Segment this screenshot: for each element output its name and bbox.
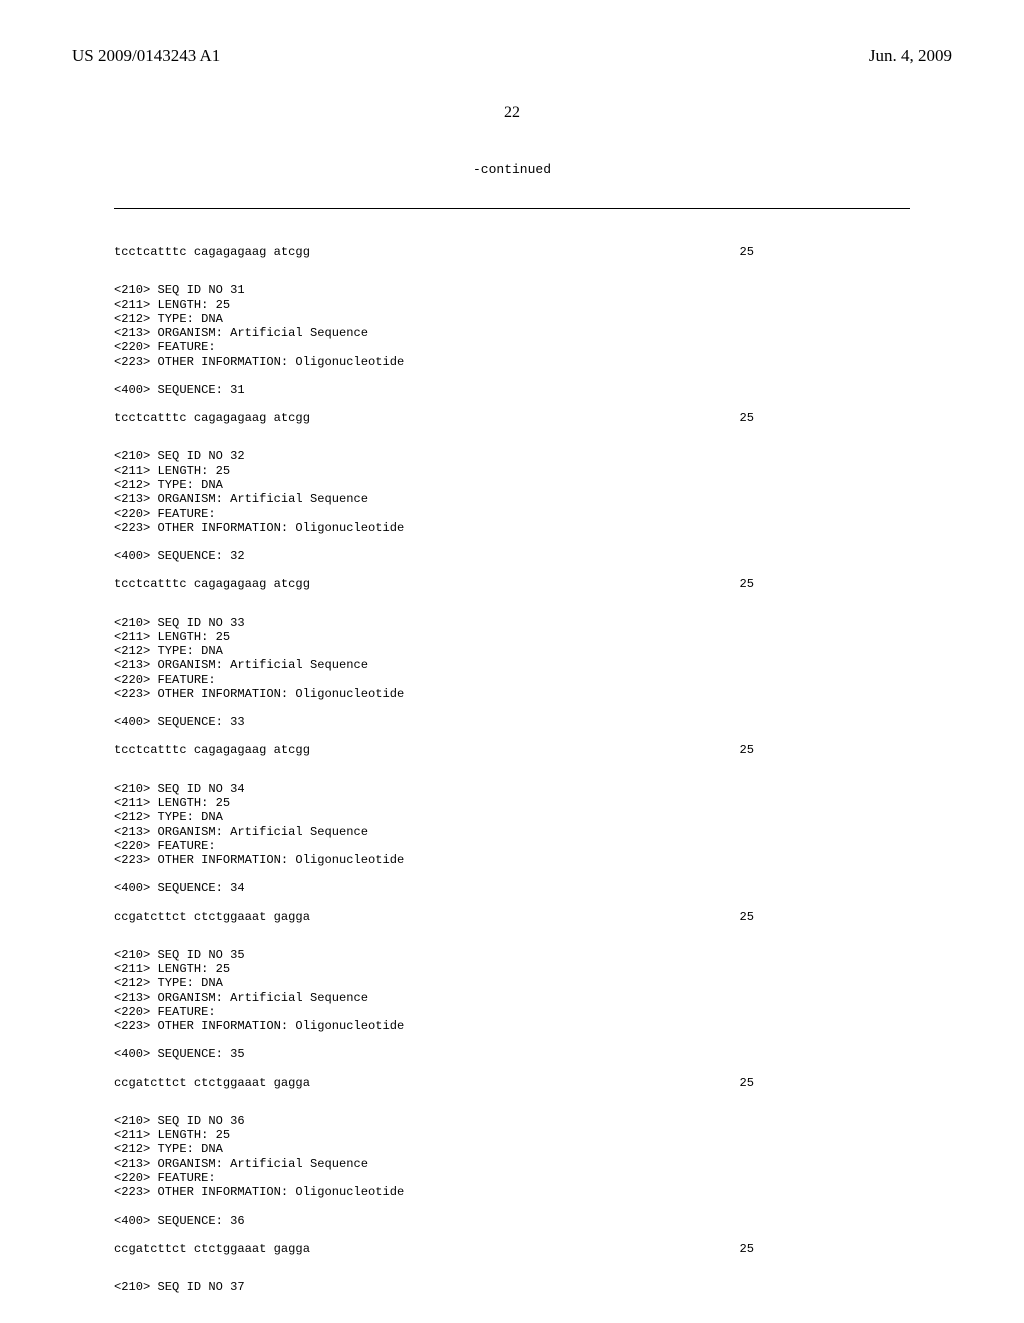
spacer bbox=[114, 592, 910, 616]
meta-line: <220> FEATURE: bbox=[114, 507, 910, 521]
spacer bbox=[114, 1062, 910, 1076]
sequence-text: tcctcatttc cagagagaag atcgg bbox=[114, 411, 634, 425]
meta-line: <211> LENGTH: 25 bbox=[114, 796, 910, 810]
spacer bbox=[114, 1256, 910, 1280]
sequence-text: tcctcatttc cagagagaag atcgg bbox=[114, 245, 634, 259]
meta-line: <223> OTHER INFORMATION: Oligonucleotide bbox=[114, 853, 910, 867]
meta-line: <223> OTHER INFORMATION: Oligonucleotide bbox=[114, 355, 910, 369]
meta-line: <213> ORGANISM: Artificial Sequence bbox=[114, 825, 910, 839]
spacer bbox=[114, 425, 910, 449]
spacer bbox=[114, 397, 910, 411]
sequence-length: 25 bbox=[634, 910, 754, 924]
sequence-listing: tcctcatttc cagagagaag atcgg25<210> SEQ I… bbox=[114, 179, 910, 1323]
meta-line: <223> OTHER INFORMATION: Oligonucleotide bbox=[114, 521, 910, 535]
sequence-text: tcctcatttc cagagagaag atcgg bbox=[114, 577, 634, 591]
spacer bbox=[114, 924, 910, 948]
meta-line: <210> SEQ ID NO 35 bbox=[114, 948, 910, 962]
spacer bbox=[114, 369, 910, 383]
meta-line: <211> LENGTH: 25 bbox=[114, 1128, 910, 1142]
sequence-text: ccgatcttct ctctggaaat gagga bbox=[114, 1076, 634, 1090]
spacer bbox=[114, 701, 910, 715]
meta-line: <220> FEATURE: bbox=[114, 1171, 910, 1185]
sequence-length: 25 bbox=[634, 245, 754, 259]
spacer bbox=[114, 867, 910, 881]
meta-line: <211> LENGTH: 25 bbox=[114, 962, 910, 976]
meta-line: <210> SEQ ID NO 32 bbox=[114, 449, 910, 463]
meta-line: <210> SEQ ID NO 31 bbox=[114, 283, 910, 297]
sequence-text: ccgatcttct ctctggaaat gagga bbox=[114, 1242, 634, 1256]
listing-line: <400> SEQUENCE: 35 bbox=[114, 1047, 910, 1061]
spacer bbox=[114, 1200, 910, 1214]
meta-line: <220> FEATURE: bbox=[114, 673, 910, 687]
sequence-row: ccgatcttct ctctggaaat gagga25 bbox=[114, 1242, 910, 1256]
listing-line: <400> SEQUENCE: 33 bbox=[114, 715, 910, 729]
page-header-row: US 2009/0143243 A1 Jun. 4, 2009 bbox=[72, 46, 952, 66]
sequence-row: ccgatcttct ctctggaaat gagga25 bbox=[114, 910, 910, 924]
meta-line: <213> ORGANISM: Artificial Sequence bbox=[114, 492, 910, 506]
meta-line: <212> TYPE: DNA bbox=[114, 312, 910, 326]
meta-line: <212> TYPE: DNA bbox=[114, 976, 910, 990]
meta-line: <210> SEQ ID NO 36 bbox=[114, 1114, 910, 1128]
sequence-text: ccgatcttct ctctggaaat gagga bbox=[114, 910, 634, 924]
listing-line: <400> SEQUENCE: 31 bbox=[114, 383, 910, 397]
meta-line: <223> OTHER INFORMATION: Oligonucleotide bbox=[114, 1185, 910, 1199]
spacer bbox=[114, 535, 910, 549]
spacer bbox=[114, 259, 910, 283]
sequence-row: tcctcatttc cagagagaag atcgg25 bbox=[114, 411, 910, 425]
meta-line: <223> OTHER INFORMATION: Oligonucleotide bbox=[114, 1019, 910, 1033]
page-number: 22 bbox=[72, 104, 952, 122]
meta-line: <213> ORGANISM: Artificial Sequence bbox=[114, 991, 910, 1005]
meta-line: <211> LENGTH: 25 bbox=[114, 464, 910, 478]
spacer bbox=[114, 1228, 910, 1242]
sequence-length: 25 bbox=[634, 1076, 754, 1090]
spacer bbox=[114, 1090, 910, 1114]
continued-label: -continued bbox=[72, 162, 952, 177]
meta-line: <210> SEQ ID NO 33 bbox=[114, 616, 910, 630]
meta-line: <213> ORGANISM: Artificial Sequence bbox=[114, 1157, 910, 1171]
meta-line: <210> SEQ ID NO 34 bbox=[114, 782, 910, 796]
sequence-length: 25 bbox=[634, 743, 754, 757]
publication-date: Jun. 4, 2009 bbox=[869, 46, 952, 66]
sequence-row: tcctcatttc cagagagaag atcgg25 bbox=[114, 577, 910, 591]
spacer bbox=[114, 896, 910, 910]
meta-line: <212> TYPE: DNA bbox=[114, 810, 910, 824]
meta-line: <220> FEATURE: bbox=[114, 839, 910, 853]
meta-line: <212> TYPE: DNA bbox=[114, 478, 910, 492]
sequence-row: ccgatcttct ctctggaaat gagga25 bbox=[114, 1076, 910, 1090]
sequence-row: tcctcatttc cagagagaag atcgg25 bbox=[114, 743, 910, 757]
spacer bbox=[114, 563, 910, 577]
meta-line: <213> ORGANISM: Artificial Sequence bbox=[114, 326, 910, 340]
listing-line: <400> SEQUENCE: 34 bbox=[114, 881, 910, 895]
meta-line: <211> LENGTH: 25 bbox=[114, 630, 910, 644]
meta-line: <212> TYPE: DNA bbox=[114, 644, 910, 658]
listing-line: <210> SEQ ID NO 37 bbox=[114, 1280, 910, 1294]
sequence-length: 25 bbox=[634, 411, 754, 425]
patent-page: US 2009/0143243 A1 Jun. 4, 2009 22 -cont… bbox=[0, 0, 1024, 1320]
sequence-length: 25 bbox=[634, 1242, 754, 1256]
spacer bbox=[114, 758, 910, 782]
meta-line: <213> ORGANISM: Artificial Sequence bbox=[114, 658, 910, 672]
listing-line: <400> SEQUENCE: 32 bbox=[114, 549, 910, 563]
sequence-text: tcctcatttc cagagagaag atcgg bbox=[114, 743, 634, 757]
meta-line: <211> LENGTH: 25 bbox=[114, 298, 910, 312]
separator-rule bbox=[114, 208, 910, 209]
meta-line: <220> FEATURE: bbox=[114, 340, 910, 354]
sequence-row: tcctcatttc cagagagaag atcgg25 bbox=[114, 245, 910, 259]
meta-line: <212> TYPE: DNA bbox=[114, 1142, 910, 1156]
spacer bbox=[114, 1033, 910, 1047]
meta-line: <220> FEATURE: bbox=[114, 1005, 910, 1019]
spacer bbox=[114, 729, 910, 743]
listing-line: <400> SEQUENCE: 36 bbox=[114, 1214, 910, 1228]
sequence-length: 25 bbox=[634, 577, 754, 591]
meta-line: <223> OTHER INFORMATION: Oligonucleotide bbox=[114, 687, 910, 701]
publication-number: US 2009/0143243 A1 bbox=[72, 46, 220, 66]
